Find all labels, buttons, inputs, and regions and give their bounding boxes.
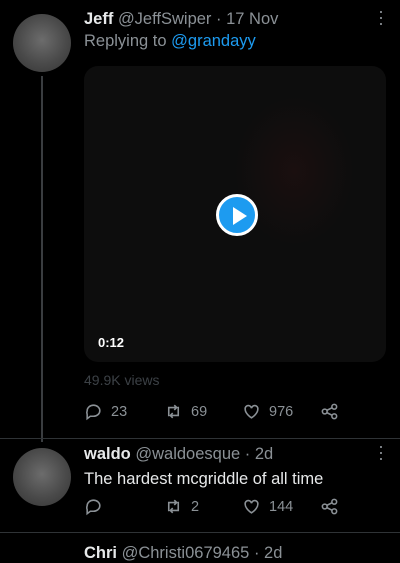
tweet-jeff[interactable]: Jeff @JeffSwiper · 17 Nov Replying to @g… <box>84 2 388 51</box>
avatar-waldo[interactable] <box>13 448 71 506</box>
more-icon[interactable]: · · · <box>374 437 388 467</box>
reply-icon <box>86 404 101 421</box>
separator: · <box>244 445 251 463</box>
action-bar: 2 144 <box>84 497 374 519</box>
tweet-divider <box>0 532 400 533</box>
view-count: 49.9K views <box>84 372 160 388</box>
separator: · <box>216 10 222 28</box>
more-icon[interactable]: · · · <box>374 2 388 32</box>
display-name[interactable]: Chri <box>84 544 117 562</box>
tweet-divider <box>0 438 400 439</box>
reply-button[interactable] <box>84 497 111 516</box>
display-name[interactable]: waldo <box>84 445 131 463</box>
retweet-count: 2 <box>191 498 200 515</box>
video-player[interactable]: 0:12 <box>84 66 386 362</box>
handle[interactable]: @Christi0679465 <box>122 544 250 562</box>
retweet-button[interactable]: 2 <box>164 497 199 516</box>
share-button[interactable] <box>320 402 347 421</box>
timestamp[interactable]: 2d <box>264 544 282 562</box>
tweet-header: Jeff @JeffSwiper · 17 Nov <box>84 8 388 30</box>
action-bar: 23 69 976 <box>84 402 374 424</box>
reply-count: 23 <box>111 403 128 420</box>
like-count: 976 <box>269 403 294 420</box>
video-duration: 0:12 <box>98 335 125 350</box>
share-icon <box>321 498 338 515</box>
like-count: 144 <box>269 498 294 515</box>
like-button[interactable]: 144 <box>242 497 293 516</box>
like-icon <box>244 404 259 419</box>
replying-to-label: Replying to <box>84 32 167 50</box>
retweet-icon <box>167 499 180 514</box>
replying-to: Replying to @grandayy <box>84 32 388 51</box>
reply-icon <box>86 499 101 516</box>
like-button[interactable]: 976 <box>242 402 293 421</box>
handle[interactable]: @JeffSwiper <box>118 10 211 28</box>
retweet-button[interactable]: 69 <box>164 402 207 421</box>
thread-connector-line <box>41 76 43 442</box>
play-icon[interactable] <box>216 194 258 236</box>
mention-link[interactable]: @grandayy <box>171 32 256 50</box>
tweet-header: waldo @waldoesque · 2d <box>84 443 388 465</box>
separator: · <box>253 544 260 562</box>
retweet-icon <box>167 404 180 419</box>
timestamp[interactable]: 17 Nov <box>226 10 278 28</box>
avatar-jeff[interactable] <box>13 14 71 72</box>
tweet-header-partial[interactable]: Chri @Christi0679465 · 2d <box>84 544 282 563</box>
share-icon <box>321 403 338 420</box>
share-button[interactable] <box>320 497 347 516</box>
tweet-text: The hardest mcgriddle of all time <box>84 470 324 488</box>
tweet-waldo[interactable]: waldo @waldoesque · 2d The hardest mcgri… <box>84 437 388 490</box>
handle[interactable]: @waldoesque <box>135 445 240 463</box>
reply-button[interactable]: 23 <box>84 402 127 421</box>
retweet-count: 69 <box>191 403 208 420</box>
display-name[interactable]: Jeff <box>84 10 113 28</box>
timestamp[interactable]: 2d <box>255 445 273 463</box>
like-icon <box>244 499 259 514</box>
